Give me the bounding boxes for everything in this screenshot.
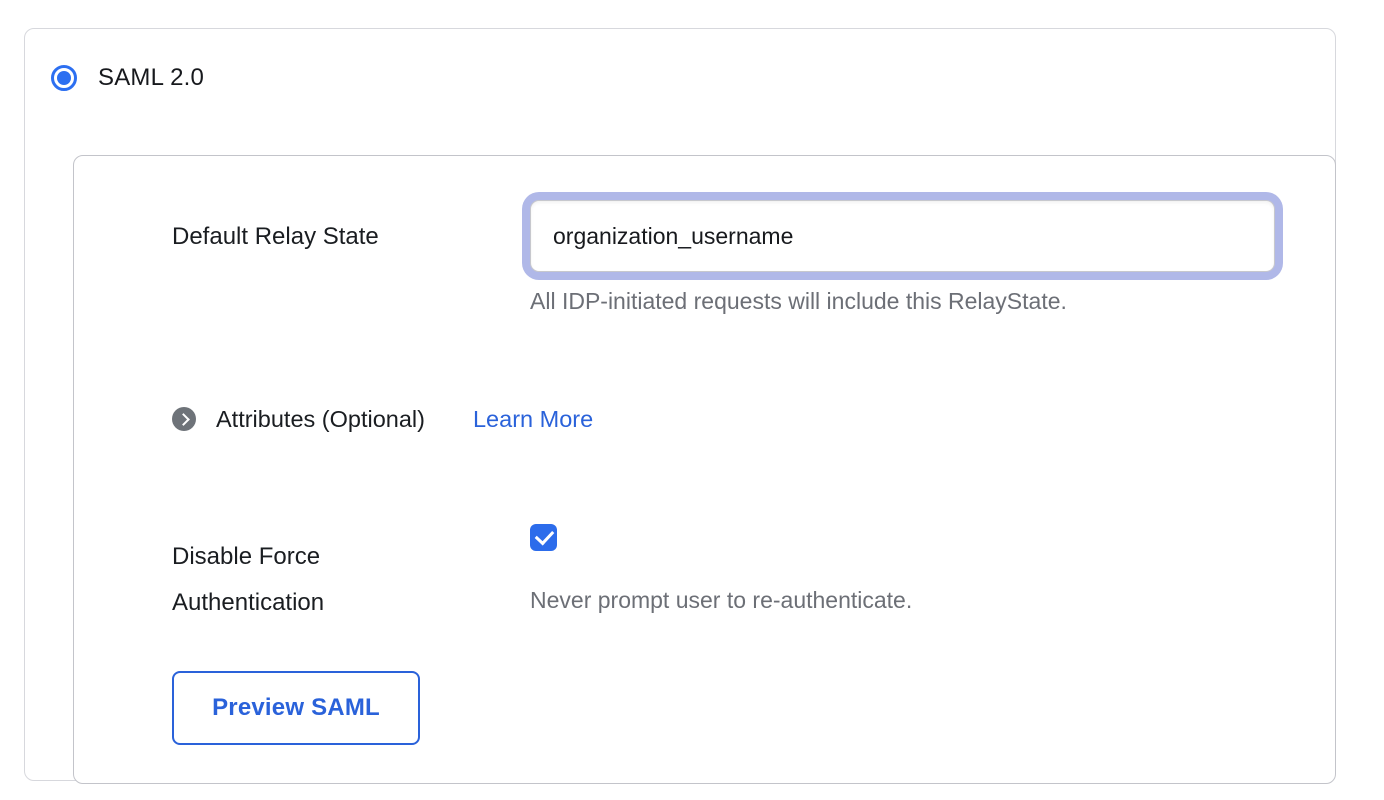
attributes-expander-row: Attributes (Optional) Learn More [172,406,1283,433]
relay-state-control: All IDP-initiated requests will include … [522,192,1283,316]
force-auth-control: Never prompt user to re-authenticate. [522,524,1283,626]
saml-option-label[interactable]: SAML 2.0 [98,64,204,92]
preview-saml-button[interactable]: Preview SAML [172,671,420,745]
relay-state-helper-text: All IDP-initiated requests will include … [530,288,1283,316]
force-auth-helper-text: Never prompt user to re-authenticate. [530,587,1283,615]
relay-state-row: Default Relay State All IDP-initiated re… [172,192,1283,316]
saml-config-panel: Default Relay State All IDP-initiated re… [73,155,1336,784]
preview-saml-row: Preview SAML [172,671,1283,745]
relay-state-input[interactable] [530,200,1275,272]
force-auth-row: Disable Force Authentication Never promp… [172,524,1283,626]
learn-more-link[interactable]: Learn More [473,406,593,433]
saml-option-card: SAML 2.0 Default Relay State All IDP-ini… [24,28,1336,781]
attributes-expander-label[interactable]: Attributes (Optional) [216,406,425,433]
saml-radio-row[interactable]: SAML 2.0 [51,64,1335,92]
force-auth-checkbox[interactable] [530,524,557,551]
force-auth-label: Disable Force Authentication [172,524,522,626]
saml-settings-page: SAML 2.0 Default Relay State All IDP-ini… [0,0,1384,800]
force-auth-label-text: Disable Force Authentication [172,534,402,626]
radio-selected-icon[interactable] [51,65,77,91]
relay-state-label: Default Relay State [172,192,522,316]
chevron-right-icon[interactable] [172,407,196,431]
